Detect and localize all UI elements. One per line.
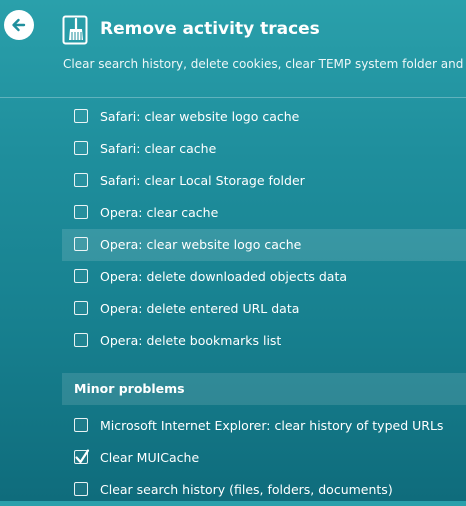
checkbox-checked[interactable] bbox=[74, 449, 90, 464]
list-item-label: Clear MUICache bbox=[100, 450, 200, 465]
list-item-label: Clear search history (files, folders, do… bbox=[100, 482, 393, 497]
checkmark-icon bbox=[75, 449, 90, 464]
checkbox[interactable] bbox=[74, 333, 88, 347]
checkbox[interactable] bbox=[74, 269, 88, 283]
list-item-label: Opera: clear cache bbox=[100, 205, 219, 220]
back-button[interactable] bbox=[4, 10, 34, 40]
checkbox[interactable] bbox=[74, 418, 88, 432]
checkbox[interactable] bbox=[74, 173, 88, 187]
list-item[interactable]: Opera: delete entered URL data bbox=[62, 293, 466, 325]
list-item-label: Opera: delete entered URL data bbox=[100, 301, 300, 316]
list-item-label: Opera: delete bookmarks list bbox=[100, 333, 282, 348]
checkbox[interactable] bbox=[74, 237, 88, 251]
list-item[interactable]: Safari: clear Local Storage folder bbox=[62, 165, 466, 197]
checkbox[interactable] bbox=[74, 301, 88, 315]
list-item-label: Opera: clear website logo cache bbox=[100, 237, 302, 252]
page-subtitle: Clear search history, delete cookies, cl… bbox=[63, 57, 466, 71]
list-item-label: Microsoft Internet Explorer: clear histo… bbox=[100, 418, 444, 433]
list-item[interactable]: Opera: clear cache bbox=[62, 197, 466, 229]
list-item[interactable]: Clear MUICache bbox=[62, 442, 466, 474]
list-item[interactable]: Safari: clear cache bbox=[62, 133, 466, 165]
list-item[interactable]: Opera: delete bookmarks list bbox=[62, 325, 466, 357]
list-item[interactable]: Safari: clear website logo cache bbox=[62, 101, 466, 133]
checkbox[interactable] bbox=[74, 109, 88, 123]
list-item[interactable]: Clear search history (files, folders, do… bbox=[62, 474, 466, 506]
broom-icon bbox=[62, 15, 88, 45]
list-item-label: Opera: delete downloaded objects data bbox=[100, 269, 348, 284]
checkbox[interactable] bbox=[74, 141, 88, 155]
list-item[interactable]: Opera: delete downloaded objects data bbox=[62, 261, 466, 293]
list-item[interactable]: Microsoft Internet Explorer: clear histo… bbox=[62, 410, 466, 442]
checkbox[interactable] bbox=[74, 205, 88, 219]
list-item-label: Safari: clear Local Storage folder bbox=[100, 173, 305, 188]
page-title: Remove activity traces bbox=[100, 19, 320, 39]
back-arrow-icon bbox=[12, 18, 26, 32]
list-item-label: Safari: clear website logo cache bbox=[100, 109, 300, 124]
section-title: Minor problems bbox=[74, 381, 185, 396]
list-item-label: Safari: clear cache bbox=[100, 141, 217, 156]
section-header-minor-problems: Minor problems bbox=[62, 373, 466, 405]
header: Remove activity traces Clear search hist… bbox=[0, 0, 466, 98]
checkbox[interactable] bbox=[74, 482, 88, 496]
list-item-highlighted[interactable]: Opera: clear website logo cache bbox=[62, 229, 466, 261]
